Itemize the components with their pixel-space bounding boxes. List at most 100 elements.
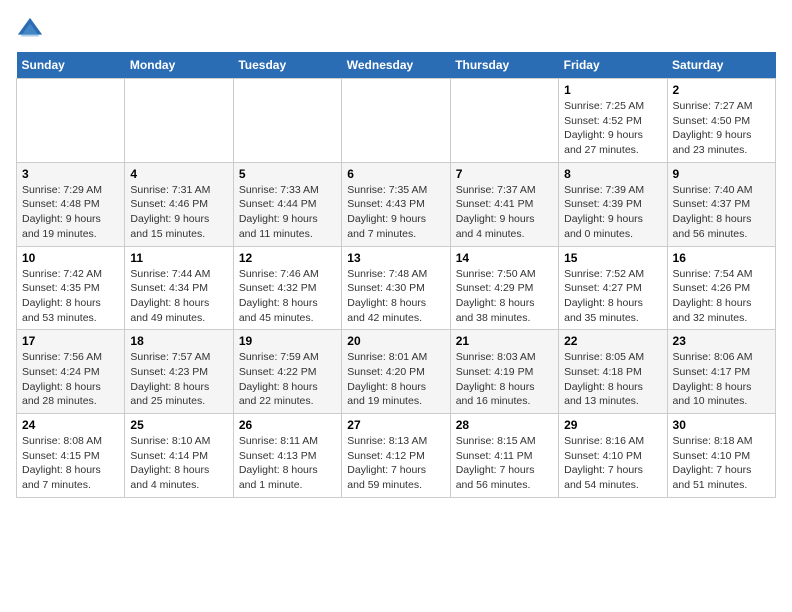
calendar-cell: 21 Sunrise: 8:03 AM Sunset: 4:19 PM Dayli… <box>450 330 558 414</box>
calendar-cell: 23Sunrise: 8:06 AM Sunset: 4:17 PM Dayli… <box>667 330 775 414</box>
calendar-cell: 16 Sunrise: 7:54 AM Sunset: 4:26 PM Dayli… <box>667 246 775 330</box>
day-info: Sunrise: 7:44 AM Sunset: 4:34 PM Dayligh… <box>130 267 227 326</box>
day-info: Sunrise: 8:03 AM Sunset: 4:19 PM Dayligh… <box>456 350 553 409</box>
day-number: 23 <box>673 334 770 348</box>
col-sunday: Sunday <box>17 52 125 79</box>
calendar-cell <box>233 79 341 163</box>
calendar-cell: 18 Sunrise: 7:57 AM Sunset: 4:23 PM Dayli… <box>125 330 233 414</box>
day-number: 24 <box>22 418 119 432</box>
day-info: Sunrise: 8:08 AM Sunset: 4:15 PM Dayligh… <box>22 434 119 493</box>
day-info: Sunrise: 7:42 AM Sunset: 4:35 PM Dayligh… <box>22 267 119 326</box>
calendar-cell: 29 Sunrise: 8:16 AM Sunset: 4:10 PM Dayli… <box>559 414 667 498</box>
calendar-cell <box>342 79 450 163</box>
calendar-cell: 17 Sunrise: 7:56 AM Sunset: 4:24 PM Dayli… <box>17 330 125 414</box>
calendar-cell: 5 Sunrise: 7:33 AM Sunset: 4:44 PM Daylig… <box>233 162 341 246</box>
day-number: 20 <box>347 334 444 348</box>
day-info: Sunrise: 7:29 AM Sunset: 4:48 PM Dayligh… <box>22 183 119 242</box>
day-info: Sunrise: 7:27 AM Sunset: 4:50 PM Dayligh… <box>673 99 770 158</box>
day-number: 10 <box>22 251 119 265</box>
day-number: 7 <box>456 167 553 181</box>
calendar-week-0: 1 Sunrise: 7:25 AM Sunset: 4:52 PM Daylig… <box>17 79 776 163</box>
day-info: Sunrise: 7:39 AM Sunset: 4:39 PM Dayligh… <box>564 183 661 242</box>
day-info: Sunrise: 7:56 AM Sunset: 4:24 PM Dayligh… <box>22 350 119 409</box>
day-number: 25 <box>130 418 227 432</box>
calendar-week-1: 3 Sunrise: 7:29 AM Sunset: 4:48 PM Daylig… <box>17 162 776 246</box>
day-number: 9 <box>673 167 770 181</box>
calendar-cell: 12 Sunrise: 7:46 AM Sunset: 4:32 PM Dayli… <box>233 246 341 330</box>
calendar-cell: 9 Sunrise: 7:40 AM Sunset: 4:37 PM Daylig… <box>667 162 775 246</box>
calendar-cell: 6 Sunrise: 7:35 AM Sunset: 4:43 PM Daylig… <box>342 162 450 246</box>
calendar-table: Sunday Monday Tuesday Wednesday Thursday… <box>16 52 776 498</box>
calendar-cell: 27 Sunrise: 8:13 AM Sunset: 4:12 PM Dayli… <box>342 414 450 498</box>
calendar-cell: 3 Sunrise: 7:29 AM Sunset: 4:48 PM Daylig… <box>17 162 125 246</box>
calendar-cell: 15 Sunrise: 7:52 AM Sunset: 4:27 PM Dayli… <box>559 246 667 330</box>
day-number: 22 <box>564 334 661 348</box>
day-info: Sunrise: 7:57 AM Sunset: 4:23 PM Dayligh… <box>130 350 227 409</box>
calendar-cell <box>17 79 125 163</box>
day-number: 18 <box>130 334 227 348</box>
day-info: Sunrise: 7:40 AM Sunset: 4:37 PM Dayligh… <box>673 183 770 242</box>
day-number: 16 <box>673 251 770 265</box>
day-number: 19 <box>239 334 336 348</box>
calendar-cell <box>125 79 233 163</box>
calendar-week-4: 24 Sunrise: 8:08 AM Sunset: 4:15 PM Dayli… <box>17 414 776 498</box>
calendar-cell: 8 Sunrise: 7:39 AM Sunset: 4:39 PM Daylig… <box>559 162 667 246</box>
day-info: Sunrise: 7:46 AM Sunset: 4:32 PM Dayligh… <box>239 267 336 326</box>
col-wednesday: Wednesday <box>342 52 450 79</box>
day-info: Sunrise: 7:31 AM Sunset: 4:46 PM Dayligh… <box>130 183 227 242</box>
day-number: 15 <box>564 251 661 265</box>
calendar-cell: 10 Sunrise: 7:42 AM Sunset: 4:35 PM Dayli… <box>17 246 125 330</box>
calendar-cell: 13Sunrise: 7:48 AM Sunset: 4:30 PM Dayli… <box>342 246 450 330</box>
day-number: 14 <box>456 251 553 265</box>
day-number: 8 <box>564 167 661 181</box>
day-number: 17 <box>22 334 119 348</box>
day-number: 4 <box>130 167 227 181</box>
calendar-cell: 11 Sunrise: 7:44 AM Sunset: 4:34 PM Dayli… <box>125 246 233 330</box>
day-info: Sunrise: 7:54 AM Sunset: 4:26 PM Dayligh… <box>673 267 770 326</box>
calendar-cell: 26Sunrise: 8:11 AM Sunset: 4:13 PM Dayli… <box>233 414 341 498</box>
day-number: 1 <box>564 83 661 97</box>
day-info: Sunrise: 7:59 AM Sunset: 4:22 PM Dayligh… <box>239 350 336 409</box>
day-number: 5 <box>239 167 336 181</box>
calendar-cell: 1 Sunrise: 7:25 AM Sunset: 4:52 PM Daylig… <box>559 79 667 163</box>
calendar-cell: 7Sunrise: 7:37 AM Sunset: 4:41 PM Daylig… <box>450 162 558 246</box>
weekday-row: Sunday Monday Tuesday Wednesday Thursday… <box>17 52 776 79</box>
day-number: 11 <box>130 251 227 265</box>
calendar-cell: 20 Sunrise: 8:01 AM Sunset: 4:20 PM Dayli… <box>342 330 450 414</box>
day-info: Sunrise: 8:13 AM Sunset: 4:12 PM Dayligh… <box>347 434 444 493</box>
day-number: 29 <box>564 418 661 432</box>
day-number: 12 <box>239 251 336 265</box>
day-number: 3 <box>22 167 119 181</box>
day-info: Sunrise: 7:52 AM Sunset: 4:27 PM Dayligh… <box>564 267 661 326</box>
day-info: Sunrise: 7:33 AM Sunset: 4:44 PM Dayligh… <box>239 183 336 242</box>
day-info: Sunrise: 8:01 AM Sunset: 4:20 PM Dayligh… <box>347 350 444 409</box>
col-tuesday: Tuesday <box>233 52 341 79</box>
calendar-week-3: 17 Sunrise: 7:56 AM Sunset: 4:24 PM Dayli… <box>17 330 776 414</box>
day-number: 21 <box>456 334 553 348</box>
day-info: Sunrise: 8:16 AM Sunset: 4:10 PM Dayligh… <box>564 434 661 493</box>
day-info: Sunrise: 8:10 AM Sunset: 4:14 PM Dayligh… <box>130 434 227 493</box>
calendar-cell: 25 Sunrise: 8:10 AM Sunset: 4:14 PM Dayli… <box>125 414 233 498</box>
calendar-body: 1 Sunrise: 7:25 AM Sunset: 4:52 PM Daylig… <box>17 79 776 498</box>
calendar-cell: 22 Sunrise: 8:05 AM Sunset: 4:18 PM Dayli… <box>559 330 667 414</box>
calendar-cell: 24 Sunrise: 8:08 AM Sunset: 4:15 PM Dayli… <box>17 414 125 498</box>
col-thursday: Thursday <box>450 52 558 79</box>
day-number: 27 <box>347 418 444 432</box>
calendar-week-2: 10 Sunrise: 7:42 AM Sunset: 4:35 PM Dayli… <box>17 246 776 330</box>
day-number: 13 <box>347 251 444 265</box>
col-saturday: Saturday <box>667 52 775 79</box>
logo <box>16 16 48 44</box>
calendar-header: Sunday Monday Tuesday Wednesday Thursday… <box>17 52 776 79</box>
calendar-cell: 4 Sunrise: 7:31 AM Sunset: 4:46 PM Daylig… <box>125 162 233 246</box>
day-info: Sunrise: 7:50 AM Sunset: 4:29 PM Dayligh… <box>456 267 553 326</box>
calendar-cell: 19 Sunrise: 7:59 AM Sunset: 4:22 PM Dayli… <box>233 330 341 414</box>
day-info: Sunrise: 8:05 AM Sunset: 4:18 PM Dayligh… <box>564 350 661 409</box>
col-monday: Monday <box>125 52 233 79</box>
logo-icon <box>16 16 44 44</box>
day-number: 28 <box>456 418 553 432</box>
col-friday: Friday <box>559 52 667 79</box>
day-number: 26 <box>239 418 336 432</box>
day-number: 6 <box>347 167 444 181</box>
day-info: Sunrise: 7:35 AM Sunset: 4:43 PM Dayligh… <box>347 183 444 242</box>
day-info: Sunrise: 7:25 AM Sunset: 4:52 PM Dayligh… <box>564 99 661 158</box>
